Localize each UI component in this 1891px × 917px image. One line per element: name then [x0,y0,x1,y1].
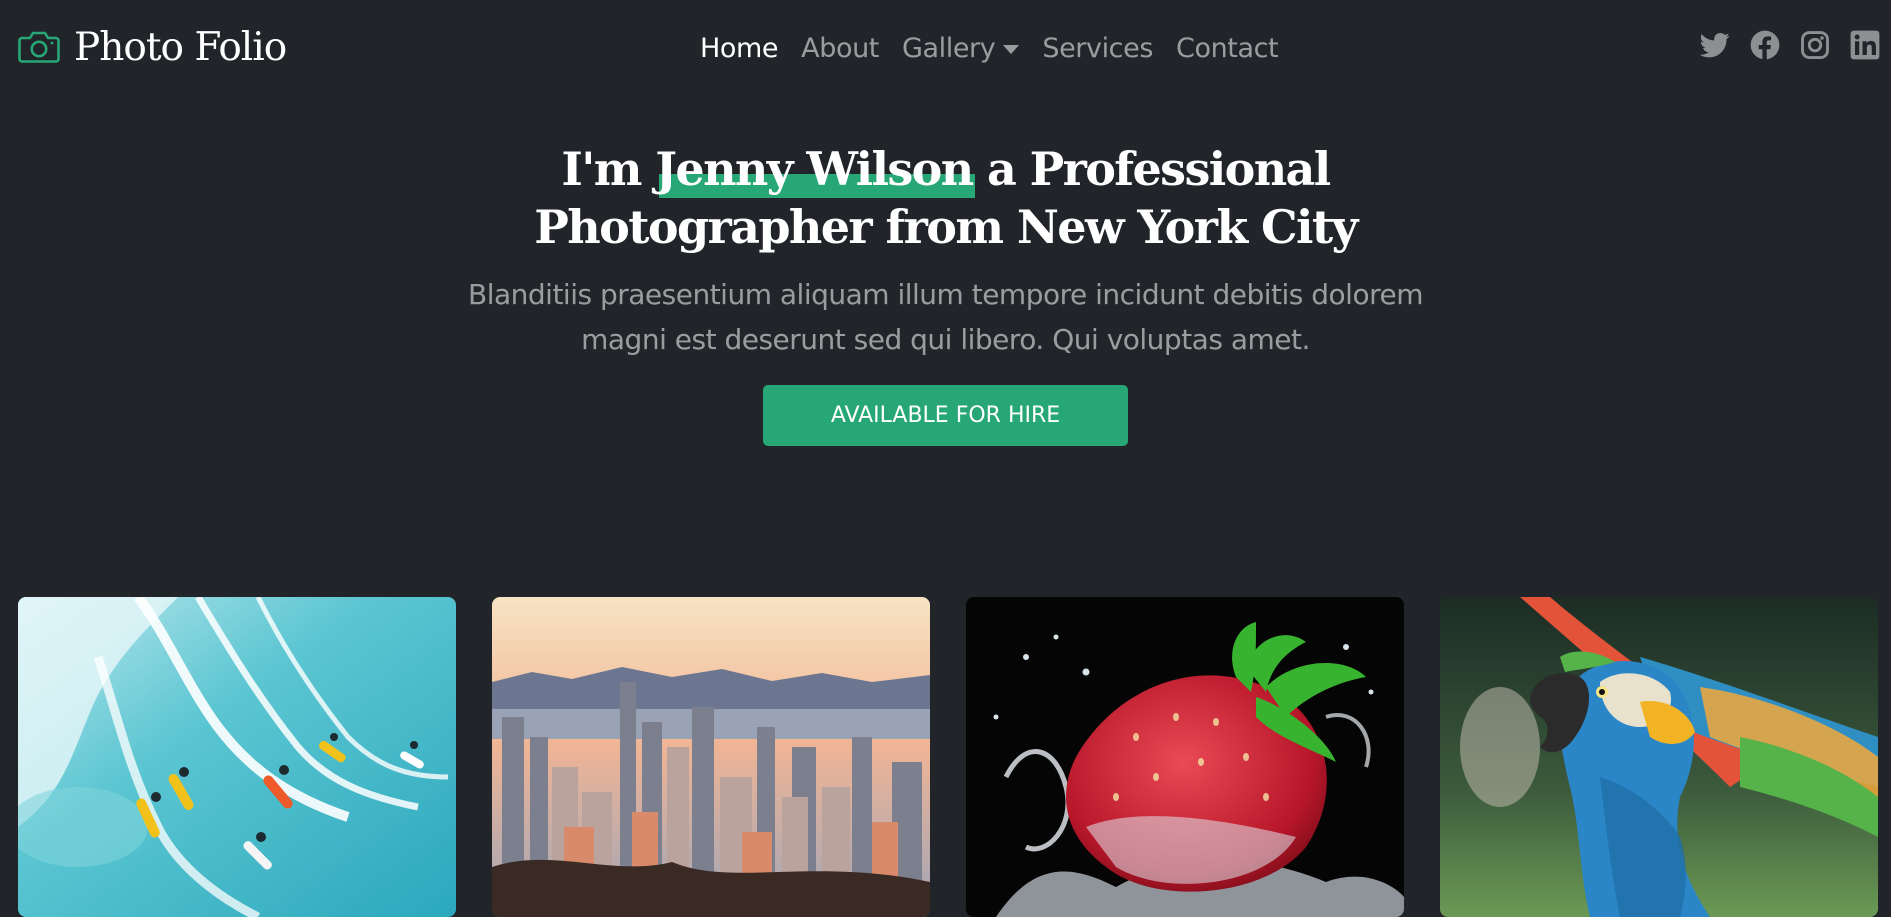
brand-logo[interactable]: Photo Folio [18,22,287,72]
nav-home[interactable]: Home [700,33,779,64]
hero-title-prefix: I'm [561,142,656,196]
nav-services[interactable]: Services [1042,33,1153,64]
social-links [1700,30,1880,60]
hero-section: I'm Jenny Wilson a Professional Photogra… [0,140,1891,446]
gallery-item-surfers[interactable] [18,597,456,917]
gallery-item-strawberry[interactable] [966,597,1404,917]
macaw-parrot-photo [1440,597,1878,917]
strawberry-splash-photo [966,597,1404,917]
site-header: Photo Folio Home About Gallery Services … [0,0,1891,96]
nav-about[interactable]: About [801,33,879,64]
linkedin-icon[interactable] [1850,30,1880,60]
main-nav: Home About Gallery Services Contact [700,28,1279,68]
camera-icon [18,31,60,63]
brand-name: Photo Folio [74,24,287,70]
surfers-photo [18,597,456,917]
hero-subtitle: Blanditiis praesentium aliquam illum tem… [468,278,1423,356]
facebook-icon[interactable] [1750,30,1780,60]
caret-down-icon [1003,45,1020,54]
highlighted-name: Jenny Wilson [655,142,975,198]
available-for-hire-button[interactable]: AVAILABLE FOR HIRE [763,385,1128,446]
city-skyline-photo [492,597,930,917]
nav-contact[interactable]: Contact [1176,33,1279,64]
instagram-icon[interactable] [1800,30,1830,60]
twitter-icon[interactable] [1700,30,1730,60]
gallery-item-parrot[interactable] [1440,597,1878,917]
hero-title: I'm Jenny Wilson a Professional Photogra… [446,140,1446,256]
nav-gallery-dropdown[interactable]: Gallery [902,33,1020,64]
gallery-item-city[interactable] [492,597,930,917]
nav-gallery[interactable]: Gallery [902,33,996,64]
